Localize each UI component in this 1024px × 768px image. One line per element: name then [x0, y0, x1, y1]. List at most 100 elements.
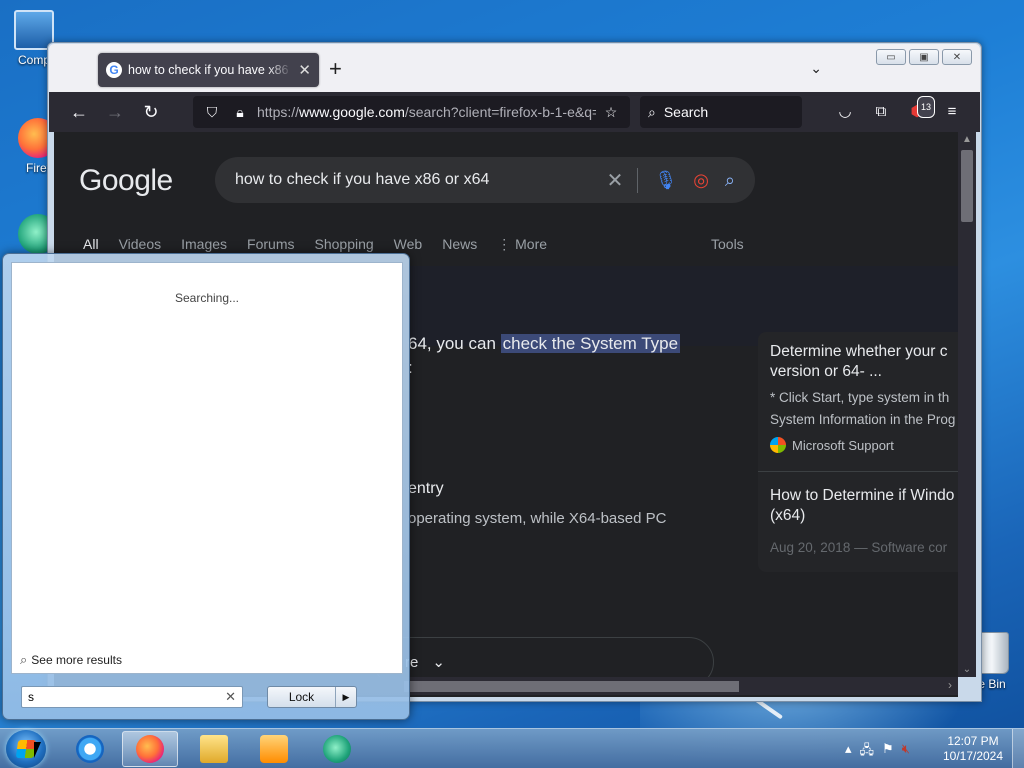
clock-date: 10/17/2024: [942, 749, 1004, 763]
vertical-scroll-thumb[interactable]: [961, 150, 973, 222]
power-options-arrow-icon[interactable]: ▶: [336, 687, 356, 707]
url-text[interactable]: https://www.google.com/search?client=fir…: [257, 104, 596, 120]
related-result-title-2[interactable]: How to Determine if Windo: [770, 486, 956, 506]
start-search-results-panel: Searching... ⌕ See more results: [11, 262, 403, 674]
extensions-icon[interactable]: ⧉: [871, 102, 891, 122]
menu-hamburger-icon[interactable]: ≡: [942, 102, 962, 122]
search-icon: ⌕: [648, 103, 656, 120]
scroll-up-icon[interactable]: ▲: [958, 134, 976, 145]
show-hidden-icons-icon[interactable]: ▴: [845, 741, 852, 763]
tab-more[interactable]: ⋮ More: [497, 236, 547, 253]
horizontal-scroll-thumb[interactable]: [404, 681, 739, 692]
google-search-box[interactable]: how to check if you have x86 or x64 ✕ 🎙︎…: [215, 157, 755, 203]
lock-label[interactable]: Lock: [268, 687, 336, 707]
close-window-button[interactable]: ✕: [942, 49, 972, 65]
volume-muted-icon[interactable]: 🔇︎: [902, 741, 910, 763]
taskbar: ▴ 🖧︎ ⚑ 🔇︎ 12:07 PM 10/17/2024: [0, 728, 1024, 768]
tab-shopping[interactable]: Shopping: [315, 236, 374, 253]
tab-close-icon[interactable]: ✕: [298, 61, 311, 79]
search-tabs: All Videos Images Forums Shopping Web Ne…: [83, 236, 547, 253]
magnifier-icon: ⌕: [20, 652, 28, 667]
scroll-right-icon[interactable]: ›: [948, 678, 952, 692]
app-icon: [323, 735, 351, 763]
extension-badge: 13: [917, 96, 936, 118]
navigation-toolbar: ← → ↻ ⛉ 🔒︎ https://www.google.com/search…: [49, 92, 980, 132]
google-search-query[interactable]: how to check if you have x86 or x64: [235, 171, 591, 189]
featured-snippet: 64, you can check the System Type: [408, 334, 681, 354]
search-bar-placeholder: Search: [663, 104, 709, 120]
source-label: Microsoft Support: [792, 437, 894, 453]
tab-forums[interactable]: Forums: [247, 236, 294, 253]
taskbar-green-app[interactable]: [309, 731, 365, 767]
tab-google-search[interactable]: G how to check if you have x86 or x64 ✕: [98, 53, 319, 87]
start-search-value[interactable]: s: [28, 690, 34, 704]
taskbar-internet-explorer[interactable]: [62, 731, 118, 767]
maximize-button[interactable]: ▣: [909, 49, 939, 65]
lock-icon[interactable]: 🔒︎: [229, 104, 251, 121]
microphone-icon[interactable]: 🎙︎: [654, 170, 677, 191]
show-desktop-button[interactable]: [1012, 729, 1024, 768]
tab-web[interactable]: Web: [394, 236, 423, 253]
related-results-card: Determine whether your c version or 64- …: [758, 332, 958, 572]
see-more-label: See more results: [31, 653, 122, 667]
start-menu: Searching... ⌕ See more results s ✕ Lock…: [2, 253, 410, 720]
folder-icon: [200, 735, 228, 763]
see-more-results-link[interactable]: ⌕ See more results: [20, 652, 122, 668]
clock[interactable]: 12:07 PM 10/17/2024: [938, 734, 1008, 764]
tab-all[interactable]: All: [83, 236, 99, 253]
taskbar-firefox[interactable]: [122, 731, 178, 767]
related-result-source[interactable]: Microsoft Support: [770, 437, 956, 453]
start-search-input[interactable]: s ✕: [21, 686, 243, 708]
action-center-flag-icon[interactable]: ⚑: [882, 741, 894, 763]
google-logo[interactable]: Google: [79, 164, 173, 198]
divider: [758, 471, 958, 472]
shield-icon[interactable]: ⛉: [201, 104, 223, 121]
snippet-highlight: check the System Type: [500, 334, 681, 353]
internet-explorer-icon: [76, 735, 104, 763]
url-bar[interactable]: ⛉ 🔒︎ https://www.google.com/search?clien…: [193, 96, 630, 128]
pocket-icon[interactable]: ◡: [835, 102, 855, 122]
bookmark-star-icon[interactable]: ☆: [600, 104, 622, 121]
tab-images[interactable]: Images: [181, 236, 227, 253]
scroll-down-icon[interactable]: ⌄: [958, 664, 976, 675]
title-bar: G how to check if you have x86 or x64 ✕ …: [49, 44, 980, 92]
system-tray: ▴ 🖧︎ ⚑ 🔇︎: [845, 741, 910, 763]
result-entry-text: operating system, while X64-based PC: [408, 510, 667, 527]
window-controls: ▭ ▣ ✕: [876, 49, 972, 65]
clear-icon[interactable]: ✕: [607, 167, 639, 193]
reload-icon[interactable]: ↻: [139, 100, 163, 124]
snippet-text: 64, you can: [408, 334, 501, 353]
back-arrow-icon[interactable]: ←: [67, 100, 91, 124]
search-submit-icon[interactable]: ⌕: [725, 170, 735, 191]
network-icon[interactable]: 🖧︎: [860, 741, 875, 763]
related-result-title-2-line2[interactable]: (x64): [770, 506, 956, 526]
lens-camera-icon[interactable]: ◎: [693, 170, 709, 191]
forward-arrow-icon[interactable]: →: [103, 100, 127, 124]
result-entry-title[interactable]: entry: [408, 480, 444, 498]
media-player-icon: [260, 735, 288, 763]
ublock-icon[interactable]: ⬢ 13: [907, 96, 936, 122]
tab-title: how to check if you have x86 or x64: [128, 63, 292, 77]
clock-time: 12:07 PM: [947, 734, 999, 748]
minimize-button[interactable]: ▭: [876, 49, 906, 65]
taskbar-file-explorer[interactable]: [186, 731, 242, 767]
tab-news[interactable]: News: [442, 236, 477, 253]
lock-button[interactable]: Lock ▶: [267, 686, 357, 708]
taskbar-media-player[interactable]: [246, 731, 302, 767]
firefox-icon: [136, 735, 164, 763]
tools-button[interactable]: Tools: [711, 236, 744, 252]
related-result-desc: * Click Start, type system in th: [770, 390, 950, 405]
vertical-scrollbar[interactable]: ▲ ⌄: [958, 132, 976, 677]
related-result-desc-line2: System Information in the Prog: [770, 412, 956, 427]
related-result-title[interactable]: Determine whether your c: [770, 342, 956, 362]
google-favicon-icon: G: [106, 62, 122, 78]
chevron-down-icon: ⌄: [432, 654, 445, 671]
related-result-desc-2: Aug 20, 2018 — Software cor: [770, 540, 948, 555]
related-result-title-line2[interactable]: version or 64- ...: [770, 362, 956, 382]
tab-videos[interactable]: Videos: [119, 236, 162, 253]
microsoft-logo-icon: [770, 437, 786, 453]
new-tab-button[interactable]: +: [329, 58, 342, 80]
search-bar[interactable]: ⌕ Search: [640, 96, 802, 128]
clear-search-icon[interactable]: ✕: [225, 689, 236, 705]
list-all-tabs-chevron-icon[interactable]: ⌄: [810, 60, 822, 77]
